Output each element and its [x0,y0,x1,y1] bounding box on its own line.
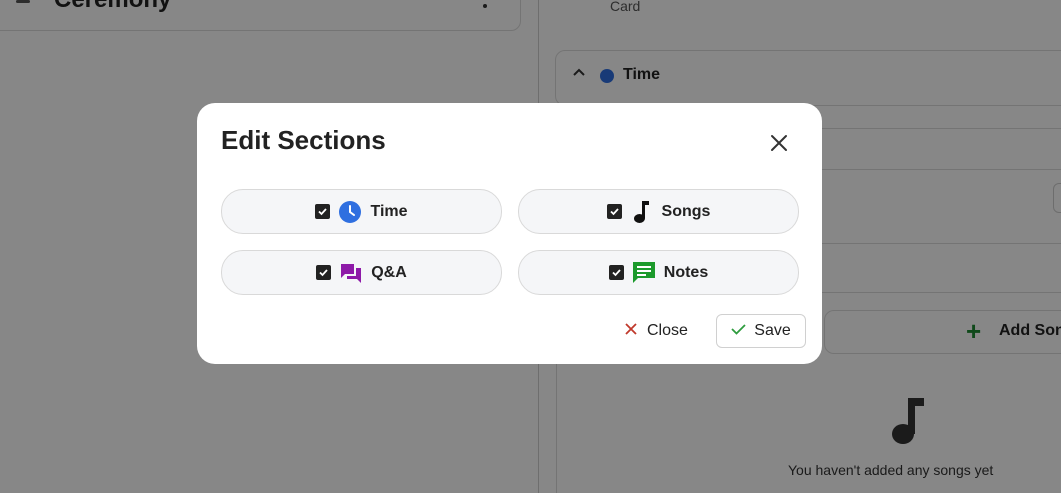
close-button[interactable]: Close [625,319,688,343]
checkbox-checked-icon[interactable] [608,265,624,280]
section-label: Q&A [371,263,407,281]
close-icon[interactable] [767,131,791,155]
checkbox-checked-icon[interactable] [606,204,622,219]
section-toggle-time[interactable]: Time [221,189,502,234]
section-label: Time [370,202,408,220]
check-icon [731,322,746,340]
section-label: Songs [661,202,711,220]
save-button-label: Save [754,322,791,339]
clock-icon [338,200,362,224]
checkbox-checked-icon[interactable] [315,204,331,219]
close-button-label: Close [647,322,688,339]
section-label: Notes [663,263,709,281]
section-toggle-qa[interactable]: Q&A [221,250,502,295]
forum-icon [339,261,363,285]
close-x-icon [625,322,637,340]
save-button[interactable]: Save [716,314,806,348]
chat-notes-icon [632,261,656,285]
section-toggle-notes[interactable]: Notes [518,250,799,295]
section-toggle-songs[interactable]: Songs [518,189,799,234]
checkbox-checked-icon[interactable] [316,265,332,280]
music-note-icon [630,200,654,224]
edit-sections-dialog: Edit Sections Time Songs Q&A Notes Close… [197,103,822,364]
dialog-title: Edit Sections [221,125,386,155]
